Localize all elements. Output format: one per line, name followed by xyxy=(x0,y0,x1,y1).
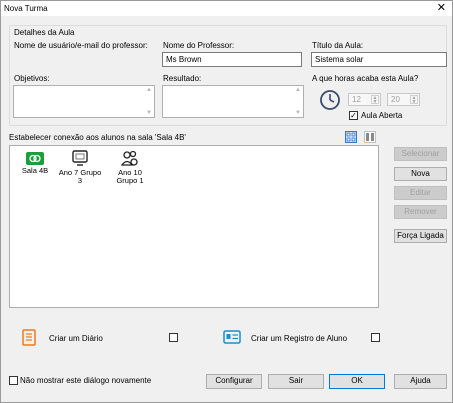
force-connect-button[interactable]: Força Ligada xyxy=(394,229,447,243)
scroll-down-icon[interactable]: ▼ xyxy=(295,110,301,116)
objectives-scrollbar[interactable]: ▲ ▼ xyxy=(145,86,154,117)
close-icon[interactable]: ✕ xyxy=(437,2,446,14)
item-label: Ano 7 Grupo 3 xyxy=(58,168,102,185)
help-button[interactable]: Ajuda xyxy=(394,374,447,389)
room-icon xyxy=(26,152,44,165)
select-button[interactable]: Selecionar xyxy=(394,147,447,161)
monitor-icon xyxy=(72,150,88,166)
teacher-user-label: Nome de usuário/e-mail do professor: xyxy=(14,41,148,50)
hour-stepper[interactable]: 12 ▲ ▼ xyxy=(348,93,381,106)
item-label: Sala 4B xyxy=(21,166,49,175)
minute-value: 20 xyxy=(391,95,400,104)
scroll-up-icon[interactable]: ▲ xyxy=(146,87,152,93)
student-record-label: Criar um Registro de Aluno xyxy=(251,334,348,343)
scroll-up-icon[interactable]: ▲ xyxy=(295,87,301,93)
minute-stepper[interactable]: 20 ▲ ▼ xyxy=(387,93,420,106)
diary-icon xyxy=(22,329,36,346)
class-title-field[interactable]: Sistema solar xyxy=(311,52,447,67)
student-record-icon xyxy=(223,330,241,344)
open-class-checkbox[interactable]: ✓ xyxy=(349,111,358,120)
objectives-label: Objetivos: xyxy=(14,74,50,83)
connect-label: Estabelecer conexão aos alunos na sala '… xyxy=(9,133,186,142)
new-button[interactable]: Nova xyxy=(394,167,447,181)
list-item-group[interactable]: Ano 10 Grupo 1 xyxy=(108,150,152,185)
objectives-field[interactable]: ▲ ▼ xyxy=(13,85,155,118)
ok-button[interactable]: OK xyxy=(329,374,385,389)
item-label: Ano 10 Grupo 1 xyxy=(116,168,144,185)
clock-icon xyxy=(320,90,340,110)
student-record-checkbox[interactable] xyxy=(371,333,380,342)
people-icon xyxy=(120,150,138,166)
group-title: Detalhes da Aula xyxy=(14,28,75,37)
diary-label: Criar um Diário xyxy=(49,334,103,343)
stepper-arrows-icon[interactable]: ▲ ▼ xyxy=(371,95,379,105)
diary-checkbox[interactable] xyxy=(169,333,178,342)
exit-button[interactable]: Sair xyxy=(268,374,324,389)
list-item-group[interactable]: Ano 7 Grupo 3 xyxy=(57,150,103,185)
teacher-name-field[interactable]: Ms Brown xyxy=(162,52,302,67)
configure-button[interactable]: Configurar xyxy=(206,374,262,389)
window-title: Nova Turma xyxy=(4,4,48,13)
dialog-window: Nova Turma ✕ Detalhes da Aula Nome de us… xyxy=(0,0,453,403)
dont-show-checkbox[interactable] xyxy=(9,376,18,385)
title-bar: Nova Turma ✕ xyxy=(1,1,452,16)
list-item-room[interactable]: Sala 4B xyxy=(18,152,52,175)
list-view-icon[interactable] xyxy=(364,131,376,143)
dont-show-label: Não mostrar este diálogo novamente xyxy=(20,376,152,385)
remove-button[interactable]: Remover xyxy=(394,205,447,219)
result-label: Resultado: xyxy=(163,74,202,83)
end-time-label: A que horas acaba esta Aula? xyxy=(312,74,419,83)
hour-value: 12 xyxy=(352,95,361,104)
result-field[interactable]: ▲ ▼ xyxy=(162,85,304,118)
class-title-label: Título da Aula: xyxy=(312,41,364,50)
open-class-label: Aula Aberta xyxy=(361,111,403,120)
teacher-name-label: Nome do Professor: xyxy=(163,41,235,50)
large-icons-view-icon[interactable] xyxy=(345,131,357,143)
edit-button[interactable]: Editar xyxy=(394,186,447,200)
groups-list[interactable]: Sala 4B Ano 7 Grupo 3 Ano 10 Grupo 1 xyxy=(9,145,379,308)
scroll-down-icon[interactable]: ▼ xyxy=(146,110,152,116)
result-scrollbar[interactable]: ▲ ▼ xyxy=(294,86,303,117)
stepper-arrows-icon[interactable]: ▲ ▼ xyxy=(410,95,418,105)
